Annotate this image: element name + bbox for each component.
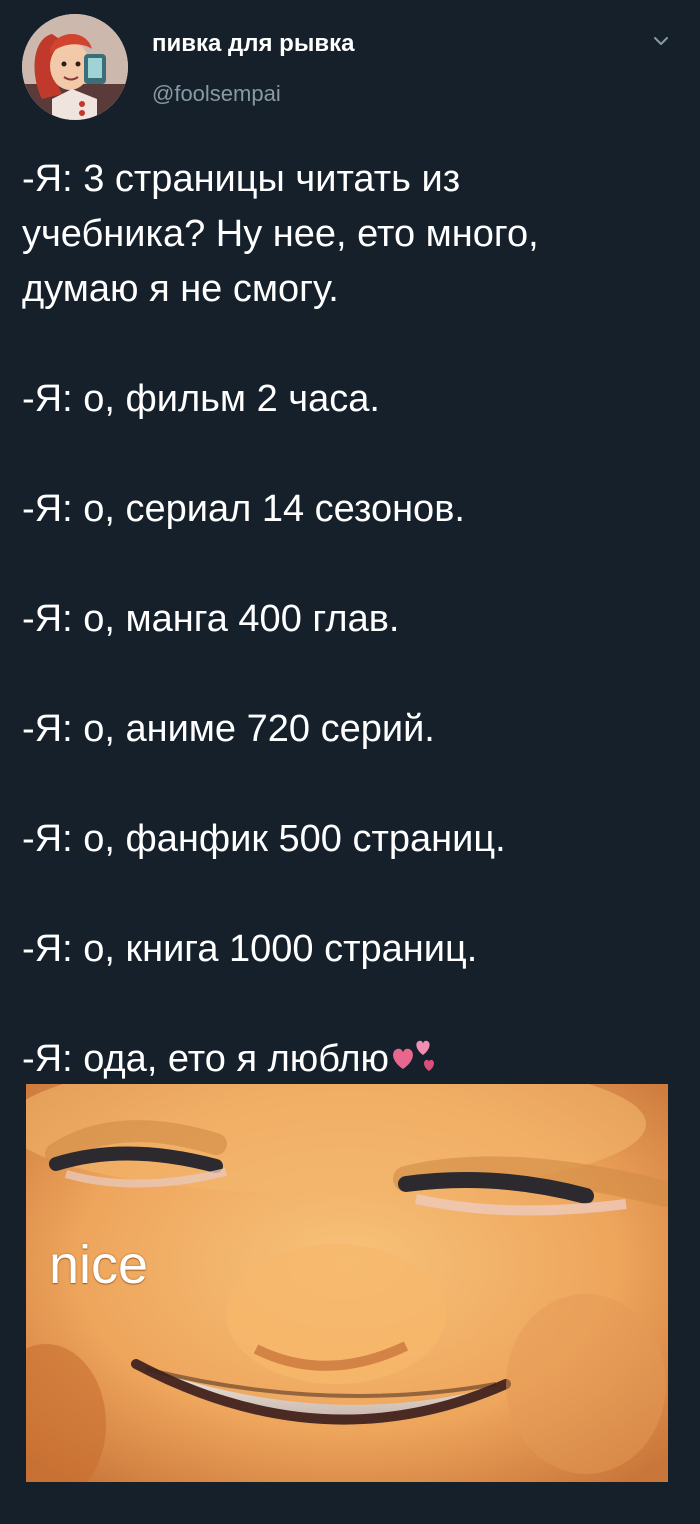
tweet: пивка для рывка @foolsempai -Я: 3 страни…: [0, 0, 700, 1524]
tweet-line: -Я: о, аниме 720 серий.: [22, 708, 435, 750]
tweet-line-text: -Я: ода, ето я люблю: [22, 1038, 390, 1080]
tweet-line-last: -Я: ода, ето я люблю: [22, 1032, 672, 1087]
pink-hearts-icon: [393, 1040, 434, 1071]
tweet-line: -Я: 3 страницы читать из: [22, 158, 461, 200]
tweet-line: -Я: о, фильм 2 часа.: [22, 378, 380, 420]
tweet-line: -Я: о, фанфик 500 страниц.: [22, 818, 506, 860]
avatar-cartoon-girl-icon: [22, 14, 128, 120]
tweet-text: -Я: 3 страницы читать из учебника? Ну не…: [22, 152, 672, 1087]
chevron-down-icon: [654, 37, 668, 45]
tweet-media-image[interactable]: nice: [26, 1084, 668, 1482]
author-display-name[interactable]: пивка для рывка: [152, 30, 354, 58]
author-handle[interactable]: @foolsempai: [152, 81, 281, 107]
tweet-menu-button[interactable]: [652, 32, 670, 50]
tweet-line: -Я: о, манга 400 глав.: [22, 598, 400, 640]
tweet-line: -Я: о, сериал 14 сезонов.: [22, 488, 465, 530]
tweet-line: учебника? Ну нее, ето много,: [22, 213, 539, 255]
tweet-line: думаю я не смогу.: [22, 268, 339, 310]
avatar[interactable]: [22, 14, 128, 120]
media-caption: nice: [49, 1235, 149, 1295]
tweet-line: -Я: о, книга 1000 страниц.: [22, 928, 478, 970]
